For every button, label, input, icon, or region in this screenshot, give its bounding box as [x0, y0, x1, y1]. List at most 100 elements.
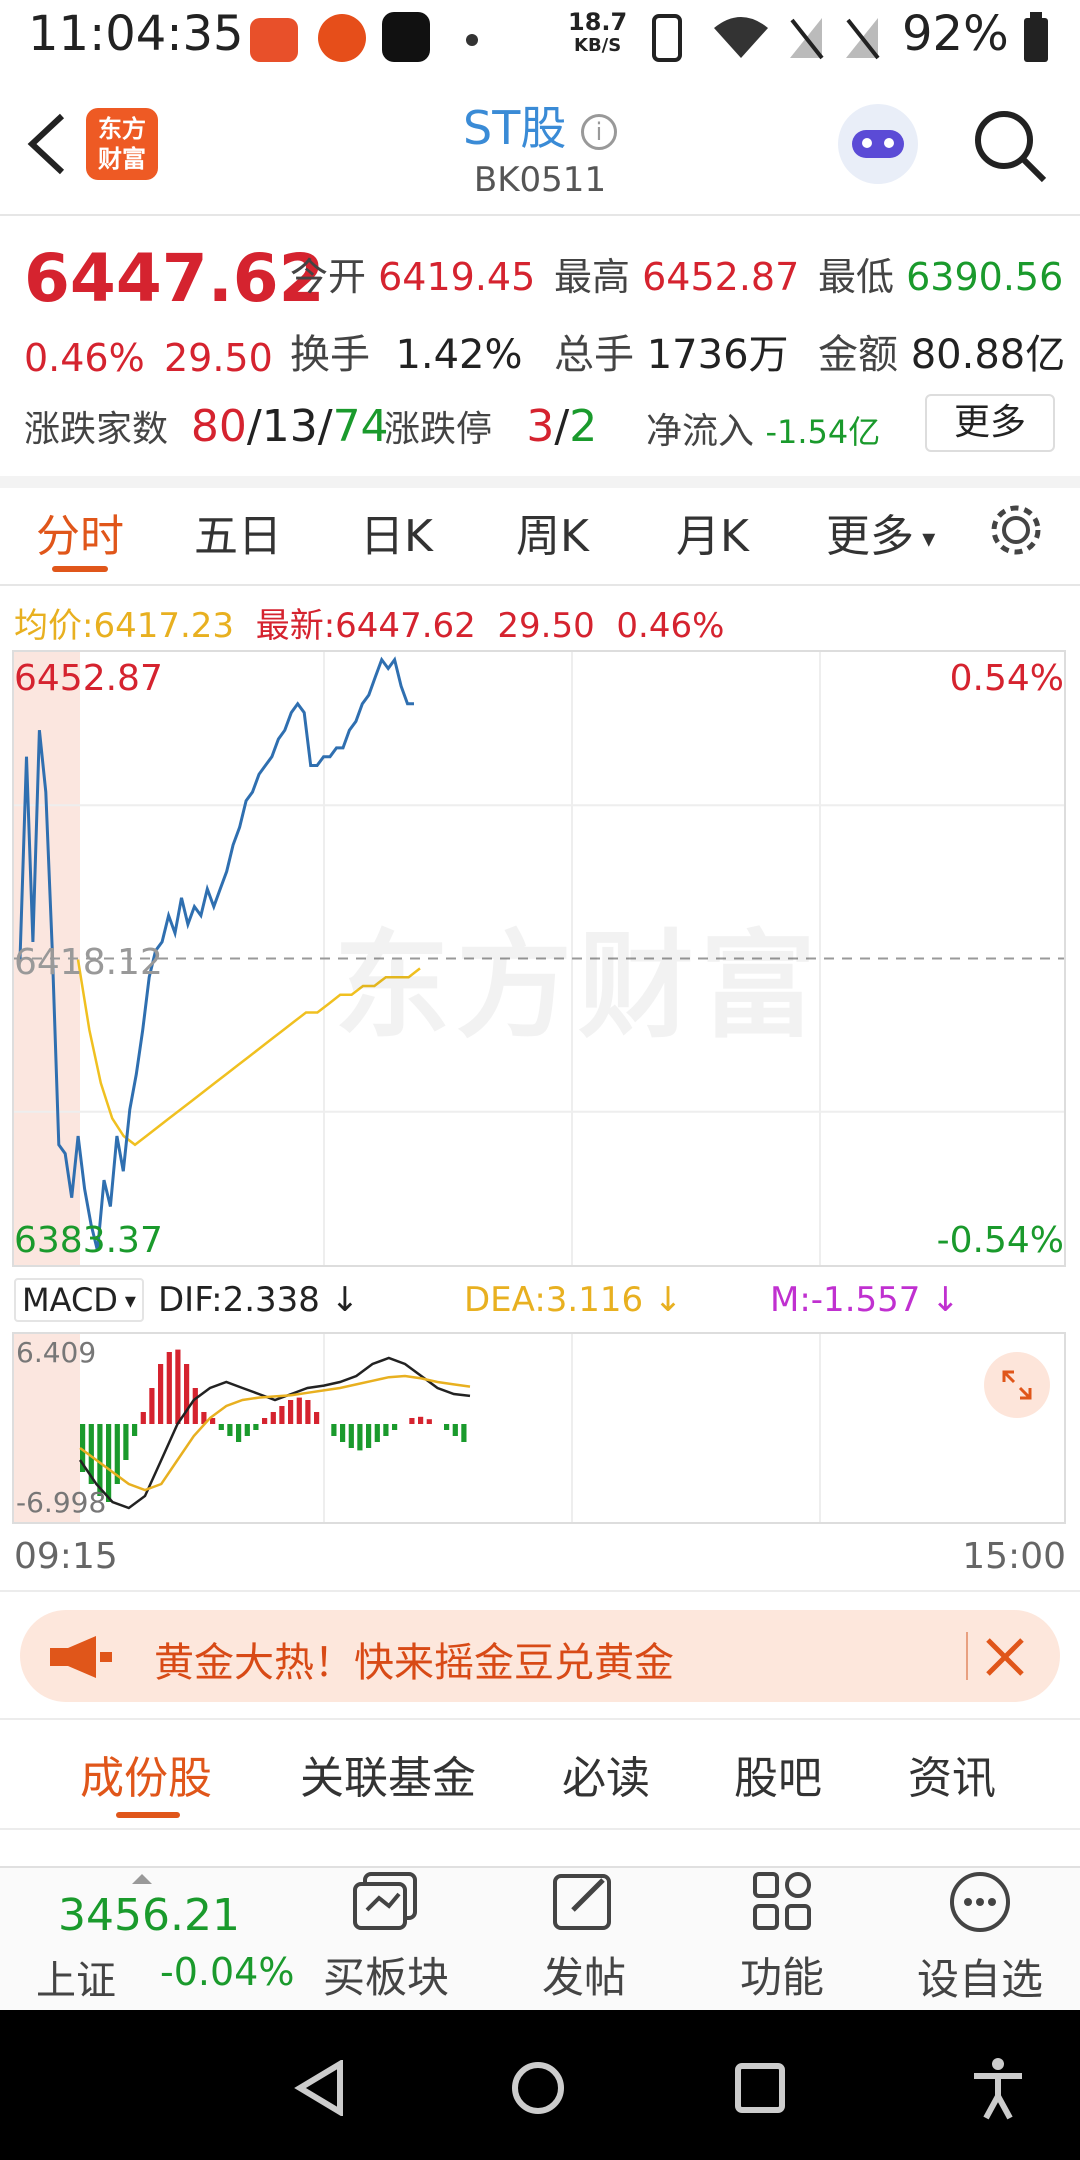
- macd-bar: [244, 1424, 250, 1436]
- macd-bar: [461, 1424, 467, 1442]
- tab-forum[interactable]: 股吧: [734, 1742, 822, 1806]
- macd-bar: [236, 1424, 242, 1442]
- no-signal-icon: [846, 18, 880, 60]
- tab-constituents[interactable]: 成份股: [80, 1742, 212, 1806]
- macd-bar: [331, 1424, 337, 1436]
- macd-bar: [452, 1424, 458, 1436]
- tab-weekly-k[interactable]: 周K: [516, 500, 589, 564]
- y-mid-label: 6418.12: [14, 942, 163, 983]
- macd-bar: [409, 1418, 415, 1424]
- home-circle-icon[interactable]: [510, 2060, 566, 2116]
- info-icon[interactable]: i: [580, 113, 617, 150]
- close-icon[interactable]: [984, 1636, 1026, 1678]
- system-nav-bar: [0, 2010, 1080, 2160]
- y-top-label: 6452.87: [14, 658, 163, 699]
- tab-indicator: [52, 566, 108, 572]
- macd-dea: DEA:3.116 ↓: [464, 1280, 683, 1320]
- post-button[interactable]: 发帖: [484, 1870, 684, 2005]
- more-button[interactable]: 更多: [925, 394, 1055, 452]
- macd-bar: [270, 1412, 276, 1424]
- macd-chart[interactable]: 6.409 -6.998: [12, 1332, 1066, 1524]
- macd-m: M:-1.557 ↓: [770, 1280, 960, 1320]
- y-top-pct-label: 0.54%: [949, 658, 1064, 699]
- macd-bar: [227, 1424, 233, 1436]
- macd-bar: [366, 1424, 372, 1448]
- macd-bar: [392, 1424, 398, 1430]
- index-value[interactable]: 3456.21: [58, 1890, 240, 1941]
- tiktok-icon: [382, 12, 430, 62]
- macd-bar: [357, 1424, 363, 1451]
- y-bottom-pct-label: -0.54%: [936, 1220, 1064, 1261]
- macd-bar: [418, 1416, 424, 1424]
- expand-up-icon[interactable]: [132, 1874, 152, 1884]
- wifi-icon: [714, 17, 768, 58]
- macd-bar: [192, 1388, 198, 1424]
- tab-more[interactable]: 更多 ▾: [826, 500, 935, 564]
- tab-indicator: [116, 1812, 180, 1818]
- edit-post-icon: [553, 1874, 611, 1930]
- functions-button[interactable]: 功能: [682, 1870, 882, 2005]
- page-title: ST股 i: [0, 92, 1080, 158]
- dea-line: [79, 1374, 471, 1492]
- macd-bar: [262, 1418, 268, 1424]
- notification-icon: [250, 18, 298, 62]
- tab-news[interactable]: 资讯: [908, 1742, 996, 1806]
- macd-bar: [132, 1424, 138, 1436]
- settings-gear-icon[interactable]: [988, 502, 1044, 558]
- high-field: 最高 6452.87: [554, 255, 800, 299]
- macd-chart-svg: [78, 1334, 821, 1522]
- promo-banner[interactable]: 黄金大热！快来摇金豆兑黄金: [20, 1610, 1060, 1702]
- macd-bar: [123, 1424, 129, 1460]
- buy-sector-button[interactable]: 买板块: [286, 1870, 486, 2005]
- macd-bar: [166, 1352, 172, 1424]
- macd-bar: [218, 1424, 224, 1430]
- watermark: 东方财富: [334, 919, 822, 1054]
- macd-bar: [426, 1419, 432, 1424]
- macd-bar: [314, 1412, 320, 1424]
- macd-bar: [149, 1388, 155, 1424]
- limit-field: 涨跌停 3/2: [384, 401, 598, 452]
- dif-line: [78, 1356, 471, 1510]
- tab-daily-k[interactable]: 日K: [360, 500, 433, 564]
- add-watchlist-button[interactable]: 设自选: [880, 1870, 1080, 2007]
- last-price: 6447.62: [24, 240, 325, 317]
- robot-assistant-icon[interactable]: [838, 104, 918, 184]
- tab-must-read[interactable]: 必读: [562, 1742, 650, 1806]
- board-code: BK0511: [473, 160, 607, 200]
- recents-square-icon[interactable]: [734, 2062, 786, 2114]
- intraday-chart[interactable]: 东方财富 6452.87 6418.12 6383.37 0.54% -0.54…: [12, 650, 1066, 1267]
- macd-bottom-label: -6.998: [16, 1486, 107, 1519]
- no-signal-icon: [790, 18, 824, 60]
- battery-icon: [1024, 12, 1048, 62]
- notification-icon: [318, 14, 366, 62]
- tab-five-day[interactable]: 五日: [194, 500, 282, 564]
- back-triangle-icon[interactable]: [294, 2060, 346, 2116]
- y-bottom-label: 6383.37: [14, 1220, 163, 1261]
- search-icon[interactable]: [972, 108, 1048, 184]
- macd-bar: [253, 1424, 259, 1430]
- tab-related-funds[interactable]: 关联基金: [300, 1742, 476, 1806]
- macd-bar: [106, 1424, 112, 1502]
- expand-icon[interactable]: [984, 1352, 1050, 1418]
- macd-bar: [296, 1397, 302, 1424]
- net-speed: 18.7 KB/S: [568, 8, 628, 56]
- index-name: 上证: [36, 1958, 116, 2004]
- macd-bar: [279, 1406, 285, 1424]
- macd-bar: [383, 1424, 389, 1436]
- time-end-label: 15:00: [962, 1536, 1066, 1577]
- amount-field: 金额 80.88亿: [818, 332, 1066, 378]
- macd-bar: [140, 1412, 146, 1424]
- macd-bar: [175, 1349, 181, 1424]
- tab-monthly-k[interactable]: 月K: [676, 500, 749, 564]
- change-pct: 0.46%: [24, 336, 145, 380]
- indicator-selector[interactable]: MACD ▾: [14, 1278, 144, 1322]
- turnover-field: 换手 1.42%: [290, 332, 523, 378]
- phone-icon: [652, 14, 682, 62]
- battery-percent: 92%: [902, 6, 1009, 62]
- accessibility-icon[interactable]: [970, 2056, 1026, 2120]
- change-abs: 29.50: [164, 336, 273, 380]
- breadth-field: 涨跌家数 80/13/74: [24, 401, 389, 452]
- tab-intraday[interactable]: 分时: [36, 500, 124, 564]
- more-notifications-icon: [466, 34, 478, 46]
- macd-bar: [340, 1424, 346, 1442]
